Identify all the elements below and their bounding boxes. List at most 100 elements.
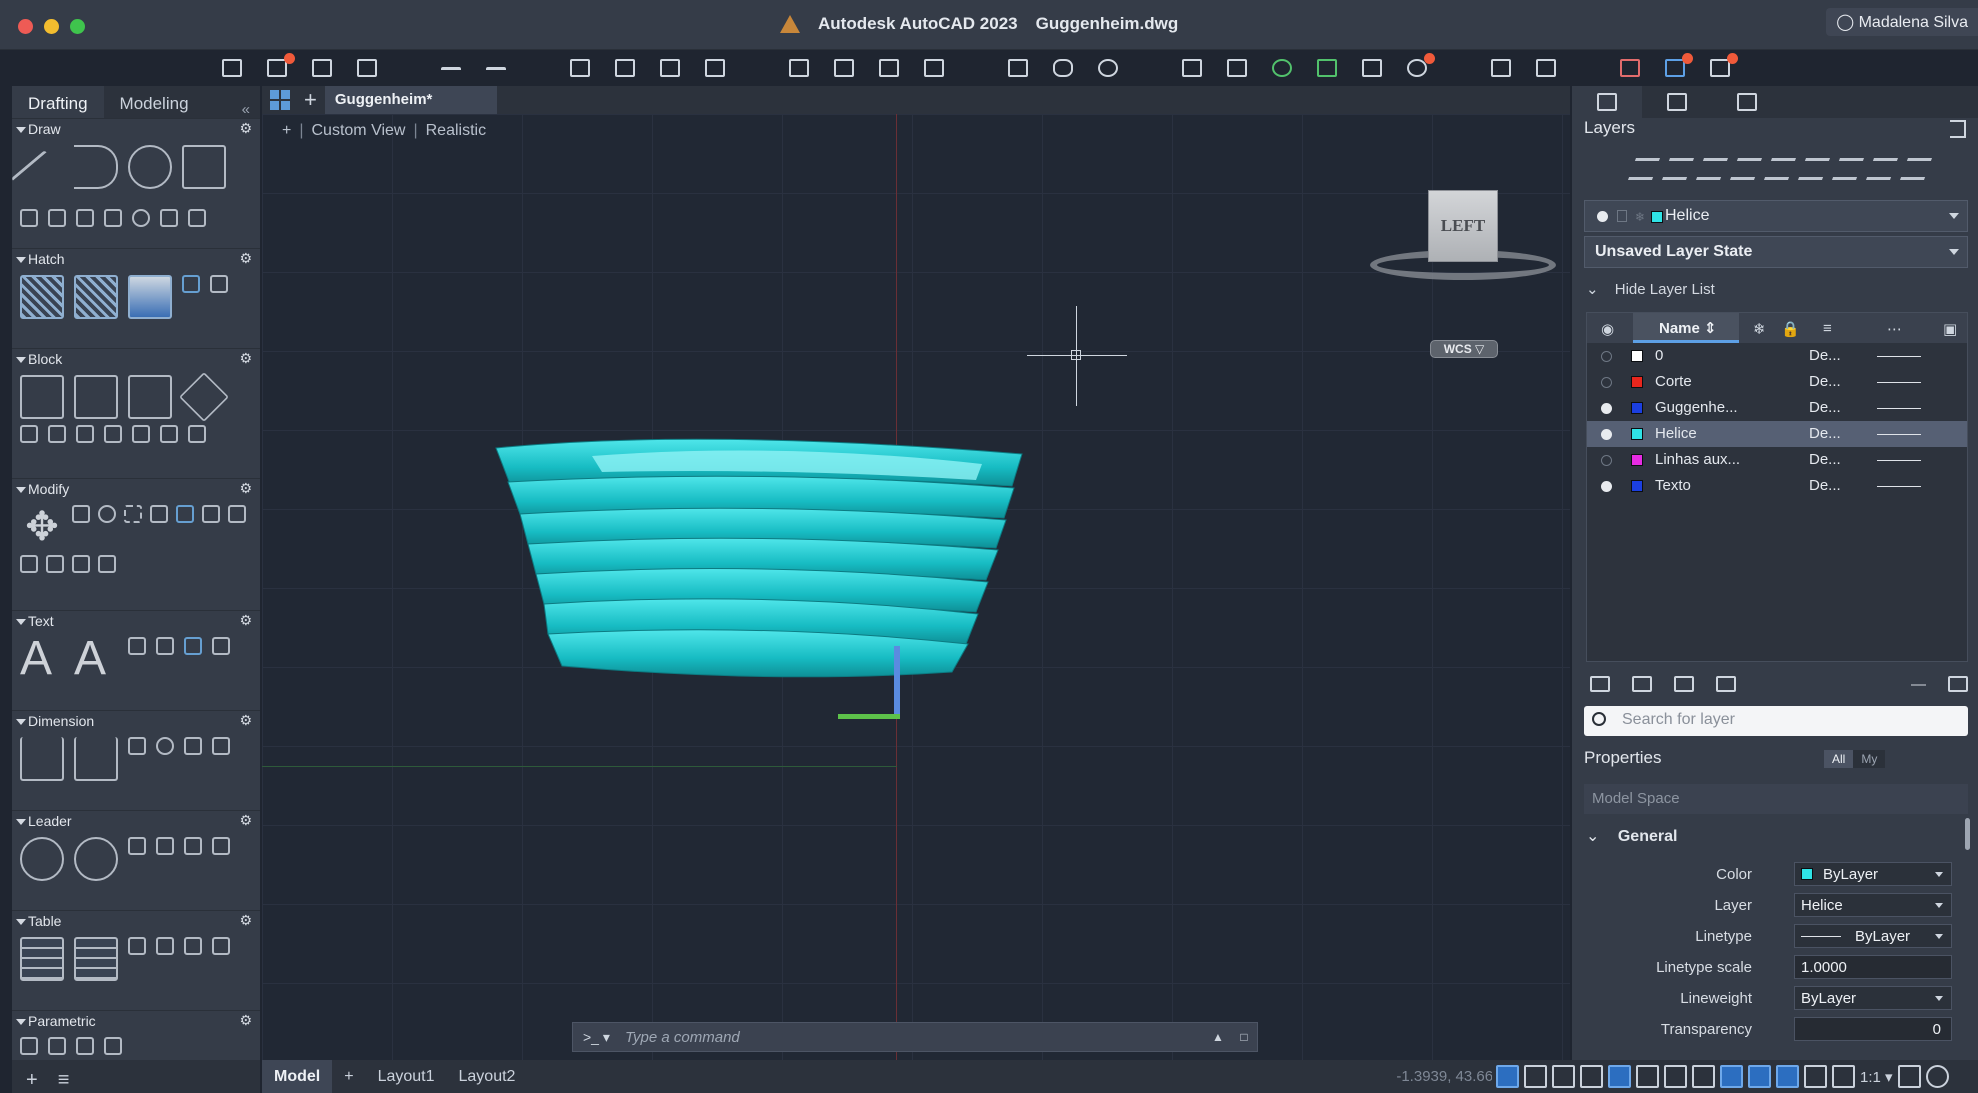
property-value[interactable]: ByLayer <box>1794 862 1952 886</box>
block-attribute-icon[interactable] <box>179 372 229 422</box>
layer-filters-icon[interactable] <box>1716 676 1736 692</box>
table-style-icon[interactable] <box>74 937 118 981</box>
baseline-dimension-icon[interactable] <box>184 737 202 755</box>
single-line-text-icon[interactable]: A <box>74 635 118 683</box>
hatch-tool-icon[interactable] <box>20 275 64 319</box>
pan-hand-icon[interactable] <box>1051 57 1075 79</box>
screen-share-icon[interactable] <box>1708 53 1738 79</box>
properties-icon[interactable] <box>1180 57 1204 79</box>
erase-icon[interactable] <box>72 555 90 573</box>
layer-visibility-icon[interactable] <box>1601 455 1612 466</box>
layer-lineweight-icon[interactable] <box>1877 486 1921 487</box>
layer-row[interactable]: 0 De... <box>1587 343 1967 369</box>
send-icon[interactable] <box>1663 53 1693 79</box>
visual-style-control[interactable]: Realistic <box>426 122 486 140</box>
redo-icon[interactable] <box>484 57 508 79</box>
section-parametric-header[interactable]: Parametric ⚙ <box>12 1011 260 1033</box>
layer-color-swatch[interactable] <box>1631 428 1643 440</box>
layer-search-input[interactable]: Search for layer <box>1584 706 1968 736</box>
layer-visibility-icon[interactable] <box>1601 351 1612 362</box>
move-icon[interactable]: ✥ <box>20 505 64 549</box>
name-column-header[interactable]: Name ⇕ <box>1633 313 1739 343</box>
property-value[interactable]: 0 <box>1794 1017 1952 1041</box>
layer-linetype[interactable]: De... <box>1809 347 1841 364</box>
plot-icon[interactable] <box>568 57 592 79</box>
section-leader-header[interactable]: Leader ⚙ <box>12 811 260 833</box>
zoom-window-icon[interactable] <box>1006 57 1030 79</box>
gear-icon[interactable]: ⚙ <box>239 120 252 137</box>
section-dimension-header[interactable]: Dimension ⚙ <box>12 711 260 733</box>
layer-color-swatch[interactable] <box>1631 454 1643 466</box>
tab-blocks[interactable] <box>1642 86 1712 118</box>
filter-my-button[interactable]: My <box>1853 750 1886 768</box>
collapse-list-icon[interactable]: — <box>1911 676 1926 693</box>
polyline-tool-icon[interactable] <box>74 145 118 189</box>
fillet-icon[interactable] <box>150 505 168 523</box>
insert-block-icon[interactable] <box>20 375 64 419</box>
spline-tool-icon[interactable] <box>48 209 66 227</box>
hatch-edit-icon[interactable] <box>74 275 118 319</box>
rectangle-tool-icon[interactable] <box>182 145 226 189</box>
section-modify-header[interactable]: Modify ⚙ <box>12 479 260 501</box>
dimensional-constraint-icon[interactable] <box>76 1037 94 1055</box>
layer-color-swatch[interactable] <box>1631 402 1643 414</box>
batch-plot-icon[interactable] <box>613 57 637 79</box>
dimension-style-icon[interactable] <box>74 737 118 781</box>
minimize-window-button[interactable] <box>44 19 59 34</box>
command-history-icon[interactable]: ▲ <box>1205 1030 1231 1044</box>
layer-lineweight-icon[interactable] <box>1877 356 1921 357</box>
viewcube[interactable]: LEFT <box>1428 190 1498 262</box>
trim-icon[interactable] <box>124 505 142 523</box>
drawing-viewport[interactable]: + | Custom View | Realistic LEFT WCS ▽ > <box>262 114 1570 1060</box>
layer-visibility-icon[interactable] <box>1601 403 1612 414</box>
selection-space-dropdown[interactable]: Model Space <box>1584 784 1968 814</box>
new-layer-icon[interactable] <box>1590 676 1610 692</box>
layer-state-dropdown[interactable]: Unsaved Layer State <box>1584 236 1968 268</box>
table-tool-icon[interactable] <box>20 937 64 981</box>
wipeout-tool-icon[interactable] <box>210 275 228 293</box>
command-customize-icon[interactable]: □ <box>1231 1030 1257 1044</box>
compare-icon[interactable] <box>1618 57 1642 79</box>
continue-dimension-icon[interactable] <box>212 737 230 755</box>
layer-lineweight-icon[interactable] <box>1877 408 1921 409</box>
guggenheim-3d-model[interactable] <box>482 434 1042 774</box>
hide-layer-list-toggle[interactable]: ⌄ Hide Layer List <box>1586 280 1715 298</box>
find-text-icon[interactable] <box>184 637 202 655</box>
collapse-palette-icon[interactable]: « <box>232 93 260 118</box>
extract-data-icon[interactable] <box>156 937 174 955</box>
layer-visibility-icon[interactable] <box>1601 377 1612 388</box>
tab-tables[interactable] <box>1712 86 1782 118</box>
gear-icon[interactable]: ⚙ <box>239 912 252 929</box>
gear-icon[interactable]: ⚙ <box>239 350 252 367</box>
layer-color-swatch[interactable] <box>1631 480 1643 492</box>
grid-toggle-icon[interactable] <box>1496 1065 1519 1088</box>
layer-properties-icon[interactable] <box>1627 158 1661 180</box>
page-setup-icon[interactable] <box>658 57 682 79</box>
close-window-button[interactable] <box>18 19 33 34</box>
document-tab[interactable]: Guggenheim* <box>324 86 497 114</box>
copy-icon[interactable] <box>72 505 90 523</box>
import-icon[interactable] <box>787 57 811 79</box>
polar-toggle-icon[interactable] <box>1580 1065 1603 1088</box>
add-layout-icon[interactable]: + <box>332 1060 365 1093</box>
tab-layout1[interactable]: Layout1 <box>366 1060 447 1093</box>
xref-icon[interactable] <box>1534 57 1558 79</box>
line-tool-icon[interactable] <box>12 150 73 212</box>
tab-model[interactable]: Model <box>262 1060 333 1093</box>
layer-row[interactable]: Corte De... <box>1587 369 1967 395</box>
offset-icon[interactable] <box>20 555 38 573</box>
annotation-scale-icon[interactable] <box>1804 1065 1827 1088</box>
gradient-tool-icon[interactable] <box>128 275 172 319</box>
make-current-icon[interactable] <box>1661 158 1695 180</box>
undo-icon[interactable] <box>439 57 463 79</box>
gear-icon[interactable]: ⚙ <box>239 712 252 729</box>
general-group-header[interactable]: ⌄ General <box>1586 826 1677 846</box>
constraint-bar-icon[interactable] <box>104 1037 122 1055</box>
command-prompt-icon[interactable]: >_ ▾ <box>573 1029 619 1046</box>
selection-cycling-icon[interactable] <box>1692 1065 1715 1088</box>
linear-dimension-icon[interactable] <box>128 737 146 755</box>
previous-layer-icon[interactable] <box>1729 158 1763 180</box>
auto-scale-icon[interactable] <box>1832 1065 1855 1088</box>
lineweight-toggle-icon[interactable] <box>1636 1065 1659 1088</box>
stretch-icon[interactable] <box>46 555 64 573</box>
